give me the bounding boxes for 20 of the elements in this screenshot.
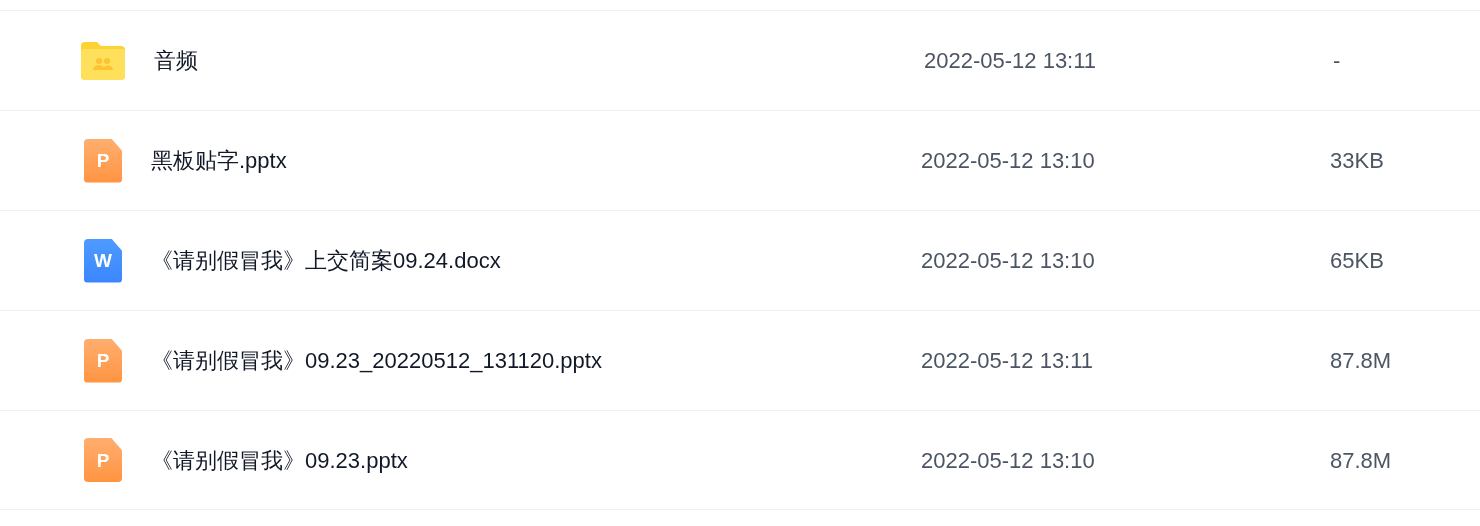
presentation-file-icon: P [84,138,122,183]
presentation-file-icon: P [84,438,122,482]
modified-date: 2022-05-12 13:10 [921,147,1096,175]
shared-folder-icon [81,41,125,80]
document-file-icon: W [84,238,122,283]
presentation-file-icon: P [84,338,122,383]
file-size: 65KB [1330,247,1384,275]
modified-date: 2022-05-12 13:11 [921,347,1095,375]
file-size: 87.8M [1330,347,1392,375]
file-size: - [1333,47,1341,75]
file-size: 87.8M [1330,446,1392,475]
modified-date: 2022-05-12 13:10 [921,247,1096,275]
file-name[interactable]: 音频 [154,44,924,77]
file-name[interactable]: 黑板贴字.pptx [151,144,921,177]
modified-date: 2022-05-12 13:10 [921,446,1096,475]
file-size: 33KB [1330,147,1384,175]
modified-date: 2022-05-12 13:11 [924,47,1098,75]
file-name[interactable]: 《请别假冒我》上交简案09.24.docx [151,244,921,277]
file-name[interactable]: 《请别假冒我》09.23_20220512_131120.pptx [151,344,921,377]
file-name[interactable]: 《请别假冒我》09.23.pptx [151,443,921,477]
